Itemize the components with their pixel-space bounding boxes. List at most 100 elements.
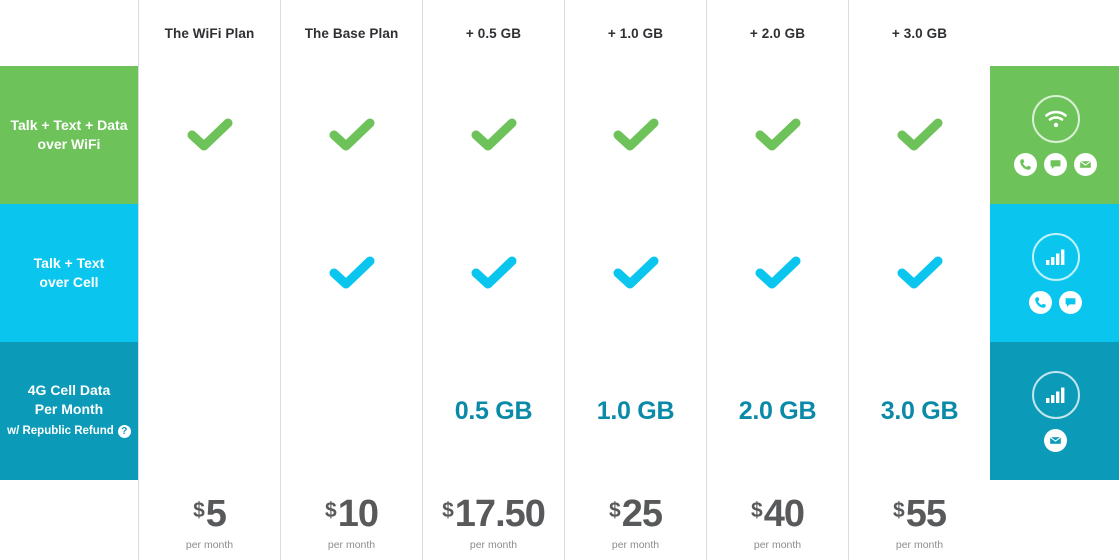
row-label-line1: Talk + Text + Data	[10, 117, 128, 133]
price-row: $ 5 per month $ 10 per month $ 17.50 per…	[0, 480, 1119, 560]
cell-wifiplan-talk-text-data	[138, 66, 280, 204]
cell-baseplan-talk-text-data	[280, 66, 422, 204]
header-col-base-plan[interactable]: The Base Plan	[280, 0, 422, 66]
data-amount-text: 0.5 GB	[454, 396, 533, 425]
price-amount: 10	[337, 493, 379, 535]
cell-05gb-talk-text-data	[422, 66, 564, 204]
price-period: per month	[753, 539, 802, 551]
row-talk-text-data-wifi: Talk + Text + Data over WiFi	[0, 66, 1119, 204]
row-label-line1: 4G Cell Data	[27, 382, 111, 398]
cell-wifiplan-talk-text	[138, 204, 280, 342]
price-cell-wifi-plan[interactable]: $ 5 per month	[138, 480, 280, 560]
cell-10gb-talk-text	[564, 204, 706, 342]
cell-30gb-talk-text	[848, 204, 990, 342]
check-icon	[187, 118, 233, 152]
row-talk-text-cell: Talk + Text over Cell	[0, 204, 1119, 342]
cell-30gb-4g-data: 3.0 GB	[848, 342, 990, 480]
signal-bars-icon	[1031, 232, 1080, 281]
cell-30gb-talk-text-data	[848, 66, 990, 204]
cell-20gb-4g-data: 2.0 GB	[706, 342, 848, 480]
price-amount: 40	[763, 493, 805, 535]
row-label-talk-text-cell: Talk + Text over Cell	[0, 204, 138, 342]
cell-05gb-4g-data: 0.5 GB	[422, 342, 564, 480]
envelope-icon	[1074, 152, 1097, 176]
price-cell-30gb[interactable]: $ 55 per month	[848, 480, 990, 560]
chat-icon	[1059, 290, 1082, 314]
cell-20gb-talk-text	[706, 204, 848, 342]
price-period: per month	[185, 539, 234, 551]
price-period: per month	[611, 539, 660, 551]
header-col-20gb[interactable]: + 2.0 GB	[706, 0, 848, 66]
cell-wifiplan-4g-data	[138, 342, 280, 480]
price-value: $ 17.50	[442, 493, 546, 535]
check-icon	[471, 256, 517, 290]
price-value: $ 5	[193, 493, 227, 535]
cell-10gb-talk-text-data	[564, 66, 706, 204]
currency-symbol: $	[325, 499, 337, 522]
row-label-4g-cell-data: 4G Cell Data Per Month w/ Republic Refun…	[0, 342, 138, 480]
wifi-icon	[1031, 94, 1080, 143]
price-value: $ 55	[893, 495, 947, 533]
row-label-line2: over Cell	[39, 274, 99, 290]
row-label-talk-text-data-wifi: Talk + Text + Data over WiFi	[0, 66, 138, 204]
row-label-line1: Talk + Text	[33, 255, 105, 271]
price-value: $ 10	[325, 493, 379, 535]
currency-symbol: $	[893, 499, 905, 522]
cell-05gb-talk-text	[422, 204, 564, 342]
envelope-icon	[1044, 428, 1067, 452]
price-amount: 17.50	[454, 493, 546, 535]
check-icon	[755, 256, 801, 290]
price-period: per month	[895, 539, 944, 551]
row-icons-4g-cell-data	[990, 342, 1119, 480]
header-col-wifi-plan[interactable]: The WiFi Plan	[138, 0, 280, 66]
phone-icon	[1014, 152, 1037, 176]
row-4g-cell-data: 4G Cell Data Per Month w/ Republic Refun…	[0, 342, 1119, 480]
price-cell-base-plan[interactable]: $ 10 per month	[280, 480, 422, 560]
secondary-icon-row	[1014, 152, 1097, 176]
pricing-plan-table: The WiFi Plan The Base Plan + 0.5 GB + 1…	[0, 0, 1119, 560]
check-icon	[897, 118, 943, 152]
help-icon[interactable]: ?	[117, 425, 131, 438]
currency-symbol: $	[609, 499, 621, 522]
secondary-icon-row	[1029, 290, 1082, 314]
price-value: $ 40	[751, 493, 805, 535]
row-icons-talk-text-data-wifi	[990, 66, 1119, 204]
cell-10gb-4g-data: 1.0 GB	[564, 342, 706, 480]
data-amount-text: 1.0 GB	[596, 396, 675, 425]
check-icon	[471, 118, 517, 152]
check-icon	[897, 256, 943, 290]
price-cell-05gb[interactable]: $ 17.50 per month	[422, 480, 564, 560]
row-icons-talk-text-cell	[990, 204, 1119, 342]
secondary-icon-row	[1044, 428, 1067, 452]
price-icons-cell	[990, 480, 1119, 560]
row-sublabel-republic-refund: w/ Republic Refund ?	[7, 422, 131, 441]
price-period: per month	[327, 539, 376, 551]
currency-symbol: $	[751, 499, 763, 522]
currency-symbol: $	[442, 499, 454, 522]
data-amount-text: 2.0 GB	[738, 396, 817, 425]
chat-icon	[1044, 152, 1067, 176]
price-cell-10gb[interactable]: $ 25 per month	[564, 480, 706, 560]
header-corner-cell	[0, 0, 138, 66]
phone-icon	[1029, 290, 1052, 314]
row-label-line2: over WiFi	[37, 136, 101, 152]
check-icon	[329, 256, 375, 290]
signal-bars-icon	[1031, 370, 1080, 419]
check-icon	[613, 256, 659, 290]
cell-baseplan-talk-text	[280, 204, 422, 342]
price-amount: 25	[621, 493, 663, 535]
check-icon	[329, 118, 375, 152]
header-icons-cell	[990, 0, 1119, 66]
header-col-30gb[interactable]: + 3.0 GB	[848, 0, 990, 66]
cell-20gb-talk-text-data	[706, 66, 848, 204]
price-value: $ 25	[609, 493, 663, 535]
row-sublabel-text: w/ Republic Refund	[7, 425, 114, 437]
price-cell-20gb[interactable]: $ 40 per month	[706, 480, 848, 560]
price-period: per month	[469, 539, 518, 551]
price-corner-cell	[0, 480, 138, 560]
header-col-10gb[interactable]: + 1.0 GB	[564, 0, 706, 66]
currency-symbol: $	[193, 499, 205, 522]
price-amount: 5	[205, 493, 227, 535]
header-col-05gb[interactable]: + 0.5 GB	[422, 0, 564, 66]
data-amount-text: 3.0 GB	[880, 396, 959, 425]
